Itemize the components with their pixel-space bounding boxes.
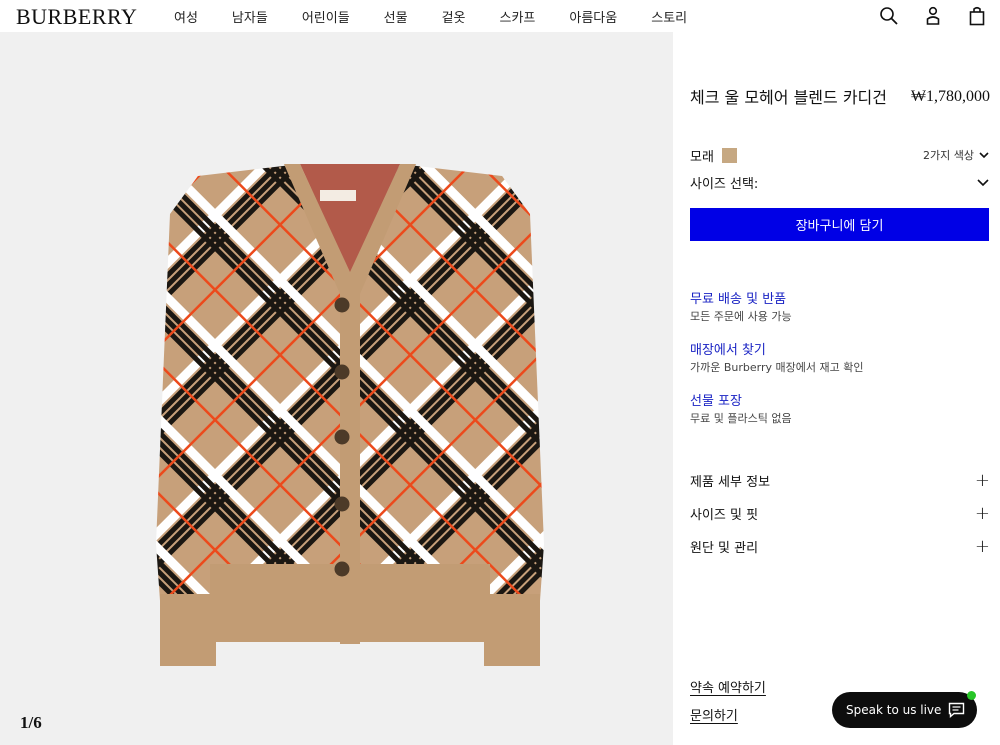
size-select-label: 사이즈 선택: xyxy=(690,176,759,192)
plus-icon: + xyxy=(974,535,990,557)
service-item: 매장에서 찾기 가까운 Burberry 매장에서 재고 확인 xyxy=(690,339,990,376)
nav-item-scarves[interactable]: 스카프 xyxy=(500,7,536,26)
service-item: 무료 배송 및 반품 모든 주문에 사용 가능 xyxy=(690,288,990,325)
add-to-cart-button[interactable]: 장바구니에 담기 xyxy=(690,208,989,241)
nav-item-stories[interactable]: 스토리 xyxy=(651,7,687,26)
product-image xyxy=(156,164,544,666)
product-accordion: 제품 세부 정보 + 사이즈 및 핏 + 원단 및 관리 + xyxy=(690,464,990,563)
accordion-fabric-care[interactable]: 원단 및 관리 + xyxy=(690,530,990,563)
nav-item-men[interactable]: 남자들 xyxy=(232,7,268,26)
color-row: 모래 2가지 색상 xyxy=(690,146,990,165)
book-appointment-link[interactable]: 약속 예약하기 xyxy=(690,677,766,696)
size-select[interactable]: 사이즈 선택: xyxy=(690,172,990,192)
search-icon[interactable] xyxy=(878,5,900,27)
service-free-shipping-link[interactable]: 무료 배송 및 반품 xyxy=(690,290,786,309)
nav-item-beauty[interactable]: 아름다움 xyxy=(569,7,617,26)
accordion-product-details[interactable]: 제품 세부 정보 + xyxy=(690,464,990,497)
service-desc: 무료 및 플라스틱 없음 xyxy=(690,412,792,425)
nav-item-women[interactable]: 여성 xyxy=(174,7,198,26)
nav-item-gifts[interactable]: 선물 xyxy=(384,7,408,26)
live-chat-button[interactable]: Speak to us live xyxy=(832,692,977,728)
chevron-down-icon xyxy=(979,152,989,159)
brand-logo[interactable]: BURBERRY xyxy=(16,4,137,30)
color-swatch[interactable] xyxy=(721,147,737,163)
product-gallery[interactable]: 1/6 xyxy=(0,32,673,745)
service-desc: 모든 주문에 사용 가능 xyxy=(690,310,792,323)
service-desc: 가까운 Burberry 매장에서 재고 확인 xyxy=(690,361,864,374)
nav-item-children[interactable]: 어린이들 xyxy=(302,7,350,26)
accordion-label: 원단 및 관리 xyxy=(690,541,759,556)
service-item: 선물 포장 무료 및 플라스틱 없음 xyxy=(690,390,990,427)
chevron-down-icon xyxy=(977,179,989,187)
product-title: 체크 울 모헤어 블렌드 카디건 xyxy=(690,88,887,107)
footer-links: 약속 예약하기 문의하기 xyxy=(690,677,766,733)
online-status-indicator xyxy=(967,691,976,700)
user-icon[interactable] xyxy=(922,5,944,27)
nav-item-outerwear[interactable]: 겉옷 xyxy=(442,7,466,26)
service-list: 무료 배송 및 반품 모든 주문에 사용 가능 매장에서 찾기 가까운 Burb… xyxy=(690,288,990,441)
plus-icon: + xyxy=(974,469,990,491)
chat-icon xyxy=(948,702,965,718)
site-header: BURBERRY 여성 남자들 어린이들 선물 겉옷 스카프 아름다움 스토리 xyxy=(0,0,1000,32)
service-find-in-store-link[interactable]: 매장에서 찾기 xyxy=(690,341,766,360)
contact-us-link[interactable]: 문의하기 xyxy=(690,705,766,724)
gallery-counter: 1/6 xyxy=(20,713,42,732)
accordion-size-fit[interactable]: 사이즈 및 핏 + xyxy=(690,497,990,530)
main-nav: 여성 남자들 어린이들 선물 겉옷 스카프 아름다움 스토리 xyxy=(174,7,721,26)
product-price: ₩1,780,000 xyxy=(910,88,990,105)
accordion-label: 사이즈 및 핏 xyxy=(690,508,759,523)
accordion-label: 제품 세부 정보 xyxy=(690,475,771,490)
color-count-dropdown[interactable]: 2가지 색상 xyxy=(923,147,990,163)
bag-icon[interactable] xyxy=(966,5,988,27)
product-info: 체크 울 모헤어 블렌드 카디건 ₩1,780,000 모래 2가지 색상 사이… xyxy=(690,32,990,745)
service-gift-wrap-link[interactable]: 선물 포장 xyxy=(690,392,742,411)
color-count-label: 2가지 색상 xyxy=(923,149,974,162)
color-name: 모래 xyxy=(690,149,714,165)
plus-icon: + xyxy=(974,502,990,524)
live-chat-label: Speak to us live xyxy=(846,703,942,717)
